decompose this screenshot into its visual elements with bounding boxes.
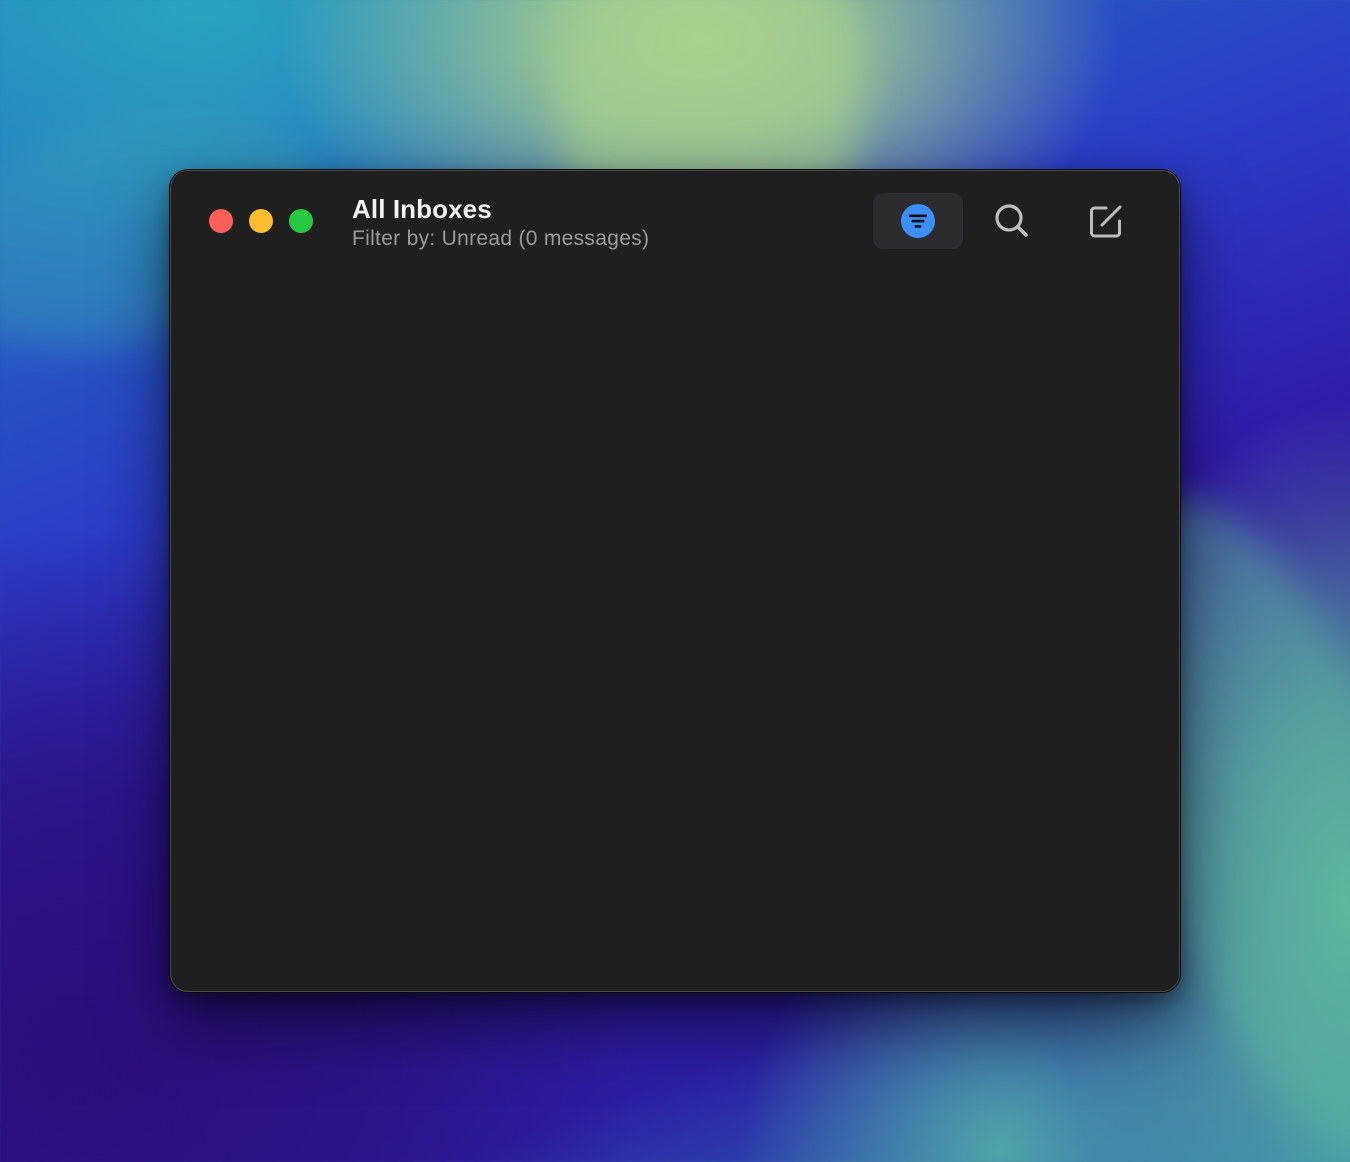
window-header: All Inboxes Filter by: Unread (0 message… <box>352 193 649 253</box>
search-button[interactable] <box>967 193 1057 249</box>
message-list <box>171 271 1179 991</box>
filter-status: Filter by: Unread (0 messages) <box>352 227 650 250</box>
search-icon <box>995 204 1028 237</box>
zoom-button[interactable] <box>289 209 313 233</box>
filter-button[interactable] <box>873 193 963 249</box>
minimize-button[interactable] <box>249 209 273 233</box>
filter-icon <box>901 204 935 238</box>
close-button[interactable] <box>209 209 233 233</box>
mail-window: All Inboxes Filter by: Unread (0 message… <box>170 170 1180 992</box>
mailbox-title: All Inboxes <box>352 194 492 224</box>
toolbar <box>873 193 1151 249</box>
compose-button[interactable] <box>1061 193 1151 249</box>
compose-icon <box>1090 205 1122 238</box>
window-controls <box>209 209 313 233</box>
